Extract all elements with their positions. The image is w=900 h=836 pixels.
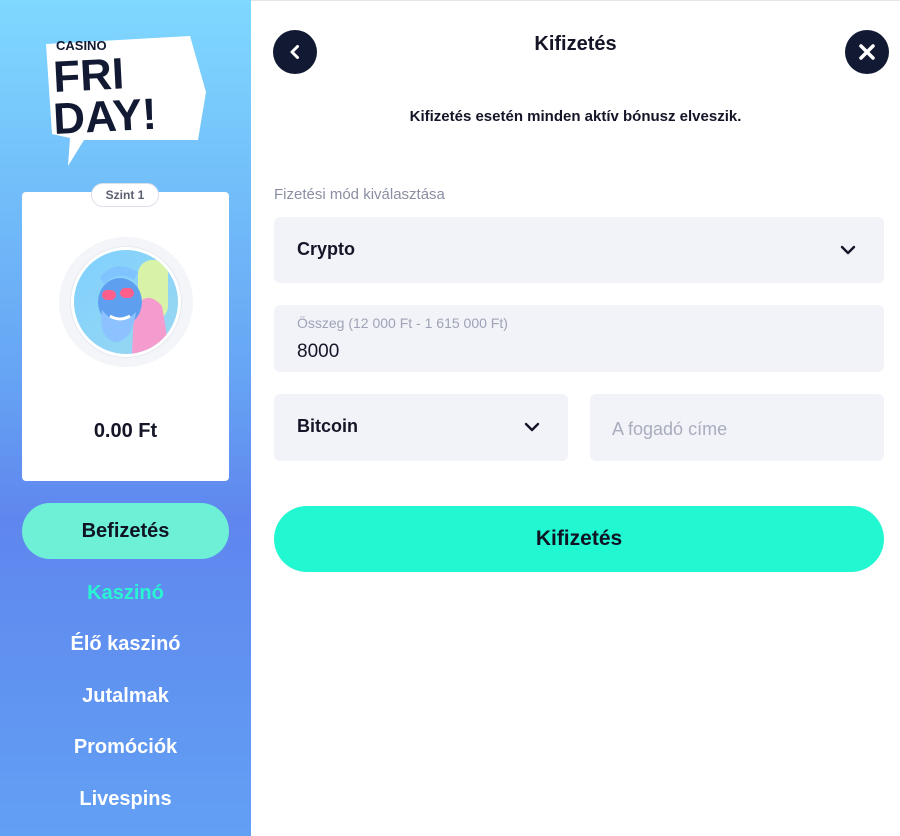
bonus-warning: Kifizetés esetén minden aktív bónusz elv… [409, 108, 742, 125]
page-title: Kifizetés [534, 33, 617, 55]
currency-value: Bitcoin [297, 416, 358, 436]
balance: 0.00 Ft [93, 420, 158, 442]
receiver-address-placeholder: A fogadó címe [612, 419, 728, 439]
close-icon [859, 44, 875, 60]
chevron-down-icon [840, 245, 856, 255]
nav-item-promotions[interactable]: Promóciók [0, 736, 251, 759]
nav-item-rewards[interactable]: Jutalmak [0, 685, 251, 708]
close-button[interactable] [845, 30, 889, 74]
nav-item-livespins[interactable]: Livespins [0, 788, 251, 811]
level-badge: Szint 1 [91, 183, 159, 207]
nav-item-live-casino[interactable]: Élő kaszinó [0, 633, 251, 656]
payment-method-value: Crypto [297, 239, 355, 259]
payment-method-label: Fizetési mód kiválasztása [274, 186, 445, 203]
amount-field[interactable]: Összeg (12 000 Ft - 1 615 000 Ft) 8000 [274, 305, 884, 372]
deposit-button[interactable]: Befizetés [22, 503, 229, 559]
chevron-down-icon [524, 422, 540, 432]
casino-friday-logo[interactable]: CASINO FRI DAY! [40, 30, 210, 170]
logo-day-text: DAY! [52, 90, 158, 144]
avatar-ring [59, 237, 193, 367]
amount-label: Összeg (12 000 Ft - 1 615 000 Ft) [297, 315, 508, 331]
amount-value: 8000 [297, 341, 340, 362]
sidebar: CASINO FRI DAY! Szint 1 0.00 Ft Befizeté… [0, 0, 251, 836]
payment-method-select[interactable]: Crypto [274, 217, 884, 283]
withdraw-button[interactable]: Kifizetés [274, 506, 884, 572]
nav-item-casino[interactable]: Kaszinó [0, 582, 251, 605]
avatar-character-icon [74, 250, 178, 354]
currency-select[interactable]: Bitcoin [274, 394, 568, 461]
receiver-address-input[interactable]: A fogadó címe [590, 394, 884, 461]
avatar[interactable] [71, 247, 181, 357]
